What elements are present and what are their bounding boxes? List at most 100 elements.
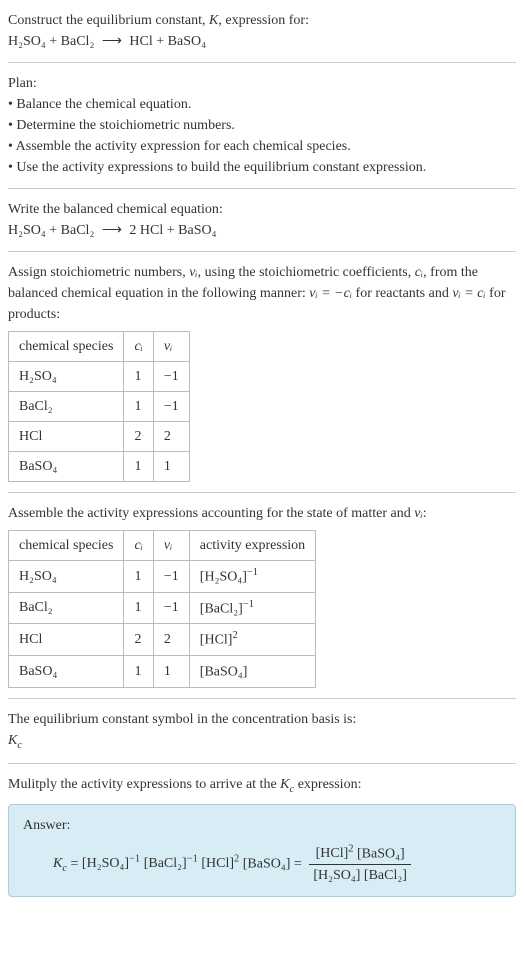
cell: 2 [153,422,189,452]
divider [8,763,516,764]
multiply-text: expression: [294,777,361,792]
rule-products: νᵢ = cᵢ [452,286,485,301]
activity-text: Assemble the activity expressions accoun… [8,506,414,521]
cell-activity: [H₂SO₄]−1 [189,561,315,593]
nu-symbol: νᵢ [414,506,422,521]
cell: 2 [124,422,153,452]
col-nu: νᵢ [153,531,189,561]
table-header-row: chemical species cᵢ νᵢ activity expressi… [9,531,316,561]
K: K [280,777,289,792]
cell: 2 [124,624,153,656]
balanced-equation: H₂SO₄ + BaCl₂ ⟶ 2 HCl + BaSO₄ [8,223,216,238]
activity-table: chemical species cᵢ νᵢ activity expressi… [8,530,316,688]
cell: −1 [153,362,189,392]
multiply-text: Mulitply the activity expressions to arr… [8,777,280,792]
col-nu: νᵢ [153,332,189,362]
prompt-block: Construct the equilibrium constant, K, e… [8,10,516,52]
balanced-rhs: 2 HCl + BaSO₄ [129,223,216,238]
arrow-icon: ⟶ [98,31,126,52]
numerator: [HCl]2 [BaSO₄] [309,842,411,866]
prompt-text-1: Construct the equilibrium constant, [8,13,209,28]
cell: HCl [9,624,124,656]
table-row: BaCl₂ 1 −1 [BaCl₂]−1 [9,592,316,624]
divider [8,698,516,699]
term: [BaSO₄] [357,846,405,861]
cell: H₂SO₄ [9,362,124,392]
cell: 1 [124,392,153,422]
stoich-text: for reactants and [352,286,452,301]
act-base: [H₂SO₄] [200,570,247,585]
cell: −1 [153,392,189,422]
cell: 1 [124,362,153,392]
answer-box: Answer: Kc = [H₂SO₄]−1 [BaCl₂]−1 [HCl]2 … [8,804,516,898]
act-base: [BaSO₄] [200,665,248,680]
cell: BaSO₄ [9,452,124,482]
term-base: [BaCl₂] [144,856,187,871]
basis-text: The equilibrium constant symbol in the c… [8,709,516,730]
cell: −1 [153,561,189,593]
equals: = [67,856,82,871]
cell: 1 [124,592,153,624]
stoich-block: Assign stoichiometric numbers, νᵢ, using… [8,262,516,325]
term: [BaCl₂] [364,868,407,883]
plan-item: • Assemble the activity expression for e… [8,136,516,157]
denominator: [H₂SO₄] [BaCl₂] [309,865,411,886]
rule-reactants: νᵢ = −cᵢ [309,286,352,301]
col-ci: cᵢ [124,531,153,561]
answer-expression: Kc = [H₂SO₄]−1 [BaCl₂]−1 [HCl]2 [BaSO₄] … [23,836,501,887]
term: [BaCl₂]−1 [144,856,198,871]
answer-label: Answer: [23,815,501,836]
cell: 1 [124,561,153,593]
eq-lhs: H₂SO₄ + BaCl₂ [8,34,94,49]
prompt-equation: H₂SO₄ + BaCl₂ ⟶ HCl + BaSO₄ [8,34,206,49]
table-row: HCl22 [9,422,190,452]
K: K [8,733,17,748]
term-exp: −1 [187,854,198,865]
plan-item: • Balance the chemical equation. [8,94,516,115]
nu-symbol: νᵢ [189,265,197,280]
K-sub: c [17,739,22,750]
cell: 2 [153,624,189,656]
balanced-block: Write the balanced chemical equation: H₂… [8,199,516,241]
term-base: [BaSO₄] [243,856,291,871]
divider [8,188,516,189]
table-row: H₂SO₄ 1 −1 [H₂SO₄]−1 [9,561,316,593]
stoich-table: chemical species cᵢ νᵢ H₂SO₄1−1 BaCl₂1−1… [8,331,190,482]
fraction: [HCl]2 [BaSO₄] [H₂SO₄] [BaCl₂] [309,842,411,887]
table-row: BaCl₂1−1 [9,392,190,422]
cell: 1 [153,655,189,687]
term: [H₂SO₄]−1 [82,856,140,871]
term: [HCl]2 [316,846,354,861]
multiply-block: Mulitply the activity expressions to arr… [8,774,516,798]
plan-item: • Determine the stoichiometric numbers. [8,115,516,136]
term: [BaSO₄] [243,856,291,871]
cell: BaCl₂ [9,392,124,422]
term-exp: 2 [234,854,239,865]
term-exp: −1 [129,854,140,865]
cell-activity: [BaSO₄] [189,655,315,687]
activity-text-block: Assemble the activity expressions accoun… [8,503,516,524]
plan-block: Plan: • Balance the chemical equation. •… [8,73,516,178]
col-activity: activity expression [189,531,315,561]
balanced-lhs: H₂SO₄ + BaCl₂ [8,223,94,238]
term: [H₂SO₄] [313,868,360,883]
table-row: BaSO₄11 [9,452,190,482]
term-base: [HCl] [316,846,349,861]
arrow-icon: ⟶ [98,220,126,241]
table-row: H₂SO₄1−1 [9,362,190,392]
plan-item: • Use the activity expressions to build … [8,157,516,178]
col-species: chemical species [9,531,124,561]
col-ci: cᵢ [124,332,153,362]
divider [8,492,516,493]
cell: −1 [153,592,189,624]
cell: 1 [153,452,189,482]
prompt-K: K [209,13,218,28]
eq-rhs: HCl + BaSO₄ [129,34,206,49]
cell-activity: [BaCl₂]−1 [189,592,315,624]
act-exp: 2 [232,630,237,641]
balanced-title: Write the balanced chemical equation: [8,199,516,220]
act-exp: −1 [243,599,254,610]
act-base: [BaCl₂] [200,601,243,616]
term-base: [HCl] [201,856,234,871]
equals: = [290,856,305,871]
